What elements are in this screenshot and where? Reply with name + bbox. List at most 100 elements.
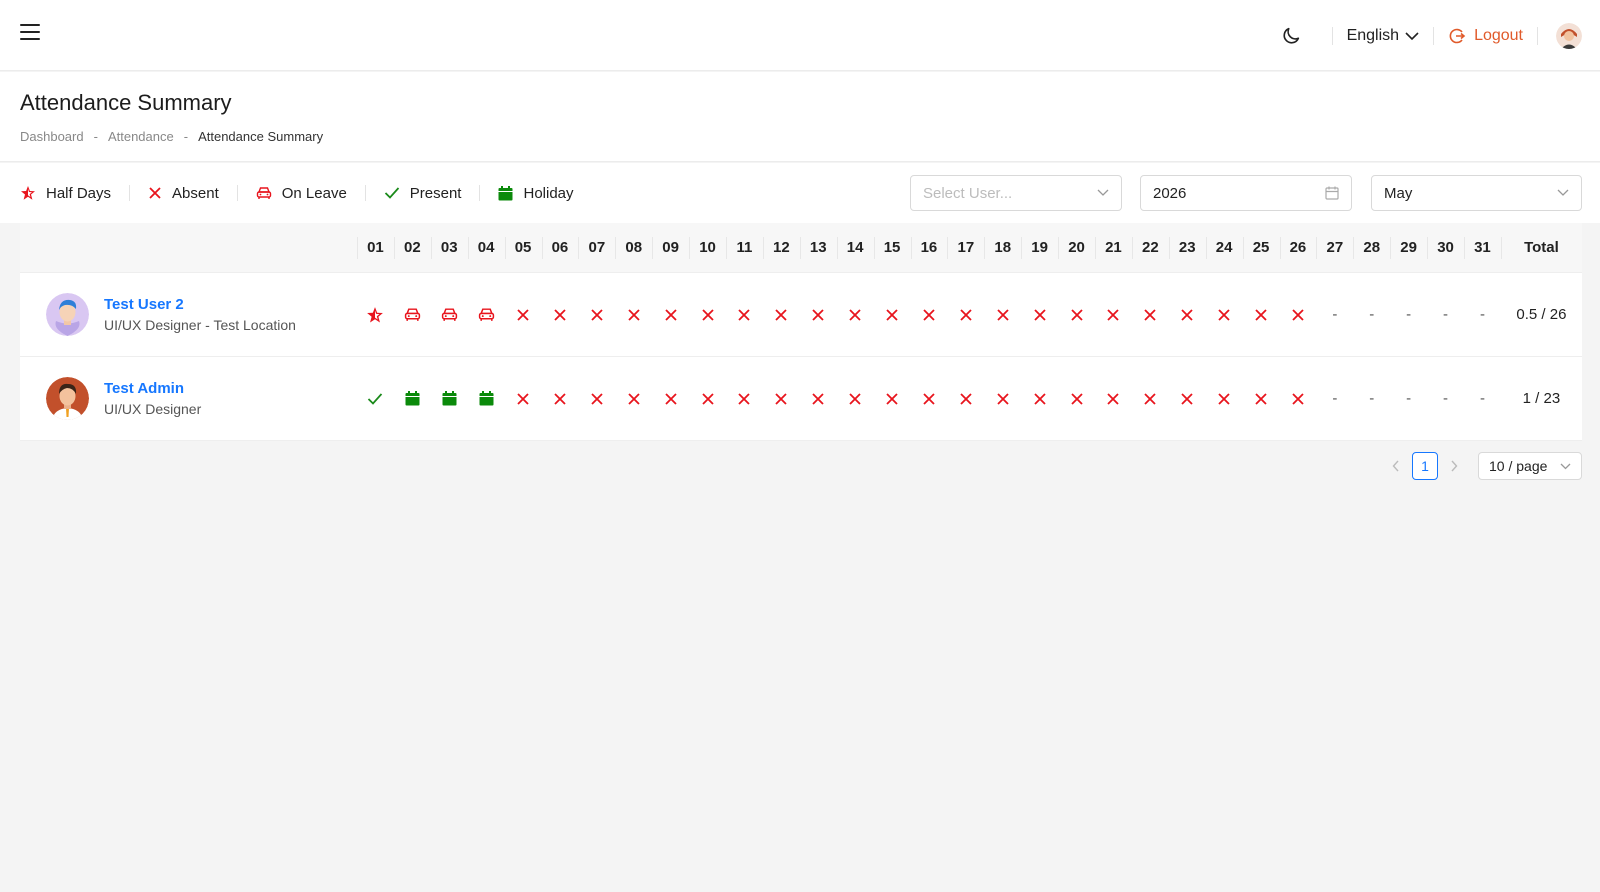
user-name-link[interactable]: Test User 2 — [104, 296, 296, 313]
select-user-dropdown[interactable]: Select User... — [910, 175, 1122, 211]
status-cell-absent — [874, 357, 911, 440]
status-cell-absent — [542, 273, 579, 356]
absent-x-icon — [738, 308, 751, 321]
leave-car-icon — [478, 308, 494, 321]
absent-x-icon — [923, 392, 935, 405]
day-column-header: 04 — [467, 223, 505, 272]
chevron-down-icon — [1405, 31, 1419, 40]
holiday-calendar-icon — [479, 391, 494, 406]
filter-bar: Half Days Absent On Leave Present Holida… — [0, 163, 1600, 223]
status-cell-absent — [652, 273, 689, 356]
day-column-header: 27 — [1316, 223, 1353, 272]
present-check-icon — [368, 392, 383, 405]
status-cell-absent — [984, 357, 1021, 440]
breadcrumb-separator: - — [93, 129, 98, 144]
absent-x-icon — [1070, 308, 1083, 321]
day-column-header: 31 — [1464, 223, 1501, 272]
status-cell-absent — [542, 357, 579, 440]
language-dropdown[interactable]: English — [1347, 27, 1419, 45]
top-header: English Logout — [0, 0, 1600, 71]
empty-day-cell: - — [1479, 390, 1485, 407]
breadcrumb-attendance[interactable]: Attendance — [108, 129, 174, 144]
divider — [1433, 26, 1435, 45]
divider — [236, 185, 238, 201]
day-column-header: 01 — [357, 223, 394, 272]
page-size-dropdown[interactable]: 10 / page — [1478, 452, 1582, 480]
user-avatar[interactable] — [1556, 22, 1582, 49]
absent-x-icon — [1181, 308, 1193, 321]
status-cell-absent — [1280, 357, 1317, 440]
language-label: English — [1346, 26, 1400, 44]
day-column-header: 09 — [652, 223, 689, 272]
user-name-link[interactable]: Test Admin — [104, 380, 201, 397]
status-cell-absent — [837, 357, 874, 440]
status-cell-absent — [1243, 273, 1280, 356]
breadcrumb: Dashboard - Attendance - Attendance Summ… — [20, 129, 323, 144]
status-cell-absent — [911, 273, 948, 356]
absent-x-icon — [812, 308, 824, 321]
legend-half-days: Half Days — [20, 185, 111, 202]
user-cell: Test User 2 UI/UX Designer - Test Locati… — [46, 273, 296, 356]
dark-mode-moon-icon[interactable] — [1280, 25, 1302, 47]
absent-x-icon — [628, 308, 640, 321]
day-column-header: 18 — [984, 223, 1021, 272]
empty-day-cell: - — [1332, 306, 1338, 323]
divider — [129, 185, 131, 201]
day-column-header: 05 — [504, 223, 542, 272]
status-legend: Half Days Absent On Leave Present Holida… — [20, 163, 574, 223]
day-column-header: 22 — [1131, 223, 1169, 272]
absent-x-icon — [923, 308, 935, 321]
select-user-placeholder: Select User... — [923, 184, 1013, 202]
day-column-header: 06 — [541, 223, 579, 272]
logout-button[interactable]: Logout — [1448, 27, 1523, 45]
day-column-header: 17 — [947, 223, 984, 272]
holiday-calendar-icon — [405, 391, 420, 406]
page-size-value: 10 / page — [1489, 458, 1548, 474]
breadcrumb-current: Attendance Summary — [198, 129, 324, 144]
prev-page-button[interactable] — [1386, 452, 1406, 480]
page-title: Attendance Summary — [20, 90, 232, 115]
absent-x-icon — [1255, 308, 1267, 321]
status-cell-absent — [578, 273, 615, 356]
absent-x-icon — [628, 392, 640, 405]
table-row: Test Admin UI/UX Designer - - - - - 1 / 23 — [20, 357, 1582, 441]
status-cell-absent — [652, 357, 689, 440]
status-cell-leave — [394, 273, 431, 356]
leave-car-icon — [256, 187, 271, 199]
absent-x-icon — [1033, 392, 1046, 405]
status-cell-absent — [1095, 273, 1132, 356]
status-cell-leave — [431, 273, 468, 356]
day-column-header: 02 — [393, 223, 431, 272]
page-number-button[interactable]: 1 — [1412, 452, 1438, 480]
year-picker[interactable]: 2026 — [1140, 175, 1352, 211]
chevron-right-icon — [1451, 460, 1458, 472]
month-value: May — [1384, 184, 1413, 202]
next-page-button[interactable] — [1444, 452, 1464, 480]
breadcrumb-dashboard[interactable]: Dashboard — [20, 129, 84, 144]
day-column-header: 29 — [1390, 223, 1427, 272]
status-cell-absent — [578, 357, 615, 440]
absent-x-icon — [1144, 392, 1156, 405]
absent-x-icon — [517, 392, 529, 405]
legend-label: Half Days — [46, 184, 112, 202]
empty-day-cell: - — [1406, 390, 1412, 407]
absent-x-icon — [554, 392, 566, 405]
absent-x-icon — [1107, 308, 1120, 321]
hamburger-menu-icon[interactable] — [20, 24, 40, 42]
status-cell-absent — [800, 273, 837, 356]
status-cell-absent — [1058, 357, 1095, 440]
absent-x-icon — [1255, 392, 1267, 405]
day-column-header: 11 — [726, 223, 763, 272]
user-role: UI/UX Designer — [104, 401, 202, 417]
status-cell-absent — [763, 273, 800, 356]
calendar-icon — [1325, 186, 1339, 200]
day-column-header: 07 — [578, 223, 615, 272]
day-column-header: 08 — [615, 223, 652, 272]
month-dropdown[interactable]: May — [1371, 175, 1582, 211]
divider — [1331, 26, 1333, 45]
day-column-header: 30 — [1427, 223, 1464, 272]
total-column-header: Total — [1500, 223, 1582, 272]
absent-x-icon — [1292, 308, 1304, 321]
legend-label: Absent — [172, 184, 219, 202]
table-header: 01 02 03 04 05 06 07 08 09 10 11 12 13 14 15 16 17 18 19 20… — [20, 223, 1582, 273]
